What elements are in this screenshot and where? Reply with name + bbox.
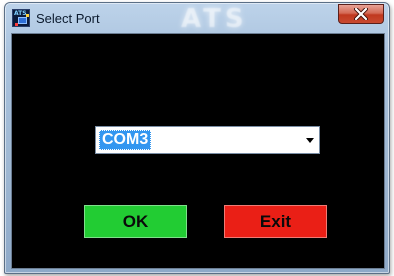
- title-bar[interactable]: ATS ATS Select Port: [5, 3, 389, 34]
- window-title: Select Port: [36, 11, 100, 26]
- chevron-down-icon[interactable]: [301, 127, 319, 153]
- close-button[interactable]: [338, 4, 384, 24]
- port-dropdown-value: COM3: [99, 130, 152, 150]
- ats-app-icon[interactable]: ATS: [12, 9, 30, 27]
- ok-button[interactable]: OK: [84, 205, 187, 238]
- app-icon-dot: [26, 14, 29, 17]
- port-dropdown[interactable]: COM3: [95, 126, 320, 154]
- app-icon-block: [18, 17, 27, 24]
- exit-button[interactable]: Exit: [224, 205, 327, 238]
- close-icon: [354, 8, 368, 20]
- app-icon-dot: [15, 23, 18, 26]
- app-icon-label: ATS: [14, 10, 27, 17]
- dialog-body: COM3 OK Exit: [11, 33, 385, 269]
- select-port-window: ATS ATS Select Port COM3 OK Exit: [4, 2, 390, 274]
- title-bar-watermark: ATS: [181, 4, 248, 34]
